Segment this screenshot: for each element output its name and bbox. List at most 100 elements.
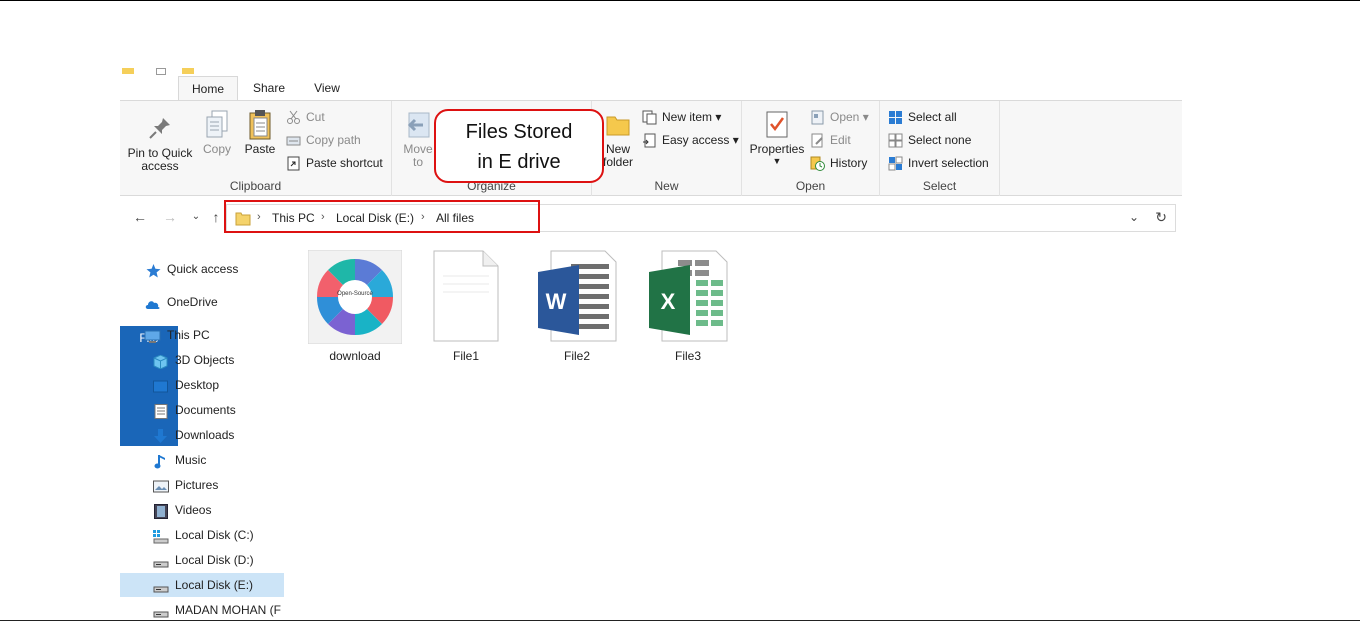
- svg-text:X: X: [661, 289, 676, 314]
- thumbnail-center-label: Open-Source: [337, 291, 373, 297]
- paste-shortcut-icon: [286, 156, 301, 171]
- nav-label: Desktop: [175, 378, 220, 392]
- copy-label: Copy: [202, 142, 231, 156]
- nav-item-quick-access[interactable]: Quick access: [120, 257, 284, 281]
- drive-icon: [153, 603, 169, 618]
- new-item-dropdown-icon: ▾: [715, 110, 722, 124]
- windows-drive-icon: [153, 528, 169, 544]
- properties-dropdown-icon: ▼: [772, 156, 782, 166]
- drive-icon: [153, 578, 169, 593]
- nav-item-local-disk-d[interactable]: Local Disk (D:): [120, 548, 284, 572]
- desktop-icon: [153, 378, 168, 393]
- new-folder-mini-icon: [182, 68, 194, 74]
- computer-icon: [144, 328, 161, 343]
- paste-shortcut-button[interactable]: Paste shortcut: [286, 153, 383, 173]
- word-file-icon: W: [537, 250, 617, 342]
- nav-label: Quick access: [167, 262, 239, 276]
- select-group: Select all Select none Invert selection …: [880, 101, 1000, 196]
- select-none-icon: [888, 133, 903, 148]
- copy-button[interactable]: Copy: [198, 109, 236, 156]
- new-folder-icon: [603, 109, 633, 139]
- scissors-icon: [286, 110, 301, 125]
- quick-access-toolbar: [120, 68, 200, 76]
- callout-line-1: Files Stored: [465, 121, 573, 143]
- nav-label: Pictures: [175, 478, 219, 492]
- back-arrow-icon[interactable]: ←: [130, 207, 150, 227]
- nav-item-pictures[interactable]: Pictures: [120, 473, 284, 497]
- tab-view[interactable]: View: [304, 76, 350, 100]
- nav-item-onedrive[interactable]: OneDrive: [120, 290, 284, 314]
- picture-icon: [153, 478, 169, 493]
- properties-button[interactable]: Properties ▼: [746, 109, 808, 166]
- open-dropdown-icon: ▾: [862, 110, 869, 124]
- open-group-label: Open: [795, 179, 826, 193]
- nav-item-local-disk-e[interactable]: Local Disk (E:): [120, 573, 284, 597]
- move-to-button[interactable]: Move to: [400, 109, 436, 169]
- easy-access-button[interactable]: Easy access ▾: [642, 130, 739, 150]
- nav-label: Documents: [175, 403, 236, 417]
- properties-label: Properties: [749, 142, 805, 156]
- history-button[interactable]: History: [810, 153, 867, 173]
- nav-label: Local Disk (C:): [175, 528, 254, 542]
- up-arrow-icon[interactable]: ↑: [206, 207, 226, 227]
- new-group: New folder New item ▾ Easy access ▾ New: [592, 101, 742, 196]
- file-item-file2[interactable]: W File2: [527, 250, 627, 370]
- recent-locations-chevron-icon[interactable]: ⌄: [186, 207, 206, 227]
- address-dropdown-chevron-icon[interactable]: ⌄: [1129, 210, 1139, 224]
- new-item-button[interactable]: New item ▾: [642, 107, 721, 127]
- tab-share[interactable]: Share: [244, 76, 294, 100]
- nav-item-music[interactable]: Music: [120, 448, 284, 472]
- clipboard-group: Pin to Quick access Copy Paste Cut Copy …: [120, 101, 392, 196]
- forward-arrow-icon[interactable]: →: [160, 207, 180, 227]
- nav-item-videos[interactable]: Videos: [120, 498, 284, 522]
- file-item-file1[interactable]: File1: [416, 250, 516, 370]
- select-all-label: Select all: [908, 110, 957, 124]
- select-none-button[interactable]: Select none: [888, 130, 971, 150]
- invert-selection-button[interactable]: Invert selection: [888, 153, 989, 173]
- edit-button[interactable]: Edit: [810, 130, 851, 150]
- edit-label: Edit: [830, 133, 851, 147]
- navigation-pane: Quick access OneDrive This PC 3D Objects…: [120, 250, 284, 621]
- nav-label: Local Disk (E:): [175, 578, 254, 592]
- ribbon-tabs: File Home Share View: [120, 76, 1182, 446]
- nav-item-madan-mohan[interactable]: MADAN MOHAN (F: [120, 598, 284, 621]
- select-none-label: Select none: [908, 133, 972, 147]
- new-group-label: New: [654, 179, 679, 193]
- new-folder-label: New folder: [602, 142, 634, 169]
- refresh-icon[interactable]: ↻: [1155, 209, 1167, 226]
- file-item-file3[interactable]: X File3: [638, 250, 738, 370]
- new-item-icon: [642, 110, 657, 125]
- cloud-icon: [144, 295, 160, 309]
- file-item-download[interactable]: Open-Source download: [305, 249, 405, 370]
- folder-mini-icon: [122, 68, 134, 74]
- nav-item-desktop[interactable]: Desktop: [120, 373, 284, 397]
- nav-item-local-disk-c[interactable]: Local Disk (C:): [120, 523, 284, 547]
- nav-label: This PC: [167, 328, 210, 342]
- tab-home[interactable]: Home: [178, 76, 238, 101]
- properties-mini-icon: [156, 68, 166, 75]
- nav-item-3d-objects[interactable]: 3D Objects: [120, 348, 284, 372]
- file-name: File2: [563, 349, 590, 363]
- nav-label: Music: [175, 453, 207, 467]
- nav-item-documents[interactable]: Documents: [120, 398, 284, 422]
- open-label: Open: [830, 110, 860, 124]
- nav-item-downloads[interactable]: Downloads: [120, 423, 284, 447]
- pin-to-quick-access-button[interactable]: Pin to Quick access: [126, 113, 194, 173]
- text-file-icon: [431, 250, 501, 342]
- edit-pencil-icon: [810, 133, 825, 148]
- nav-label: Videos: [175, 503, 212, 517]
- file-name: download: [329, 349, 381, 363]
- copy-path-button[interactable]: Copy path: [286, 130, 361, 150]
- select-group-label: Select: [922, 179, 957, 193]
- new-folder-button[interactable]: New folder: [598, 109, 638, 169]
- nav-label: OneDrive: [167, 295, 218, 309]
- open-button[interactable]: Open ▾: [810, 107, 869, 127]
- paste-button[interactable]: Paste: [240, 109, 280, 156]
- cut-label: Cut: [306, 110, 325, 124]
- svg-text:W: W: [546, 289, 567, 314]
- cut-button[interactable]: Cut: [286, 107, 325, 127]
- nav-item-this-pc[interactable]: This PC: [120, 323, 284, 347]
- history-clock-icon: [810, 156, 825, 171]
- image-thumbnail: Open-Source: [307, 249, 403, 345]
- select-all-button[interactable]: Select all: [888, 107, 957, 127]
